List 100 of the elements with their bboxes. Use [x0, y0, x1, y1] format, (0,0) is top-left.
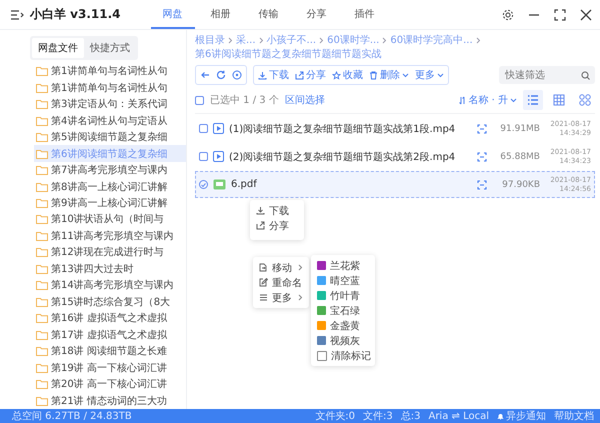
- folder-icon: [36, 362, 48, 373]
- download-icon: [256, 206, 265, 215]
- menu-item[interactable]: 兰花紫: [311, 258, 375, 273]
- folder-item[interactable]: 第11讲高考完形填空与课内: [34, 228, 186, 244]
- menu-item[interactable]: 更多: [253, 290, 309, 305]
- menu-item[interactable]: 视频灰: [311, 333, 375, 348]
- caret-icon: [402, 72, 409, 78]
- menu-item[interactable]: 重命名: [253, 275, 309, 290]
- menu-item[interactable]: 分享: [250, 218, 304, 233]
- app-title: 小白羊 v3.11.4: [30, 6, 121, 23]
- folder-item[interactable]: 第4讲名词性从句与定语从: [34, 112, 186, 129]
- folder-item[interactable]: 第9讲高一上核心词汇讲解: [34, 194, 186, 212]
- scan-icon[interactable]: [477, 152, 487, 162]
- folder-item[interactable]: 第3讲定语从句：关系代词: [34, 96, 186, 112]
- toolbar-button[interactable]: 分享: [295, 68, 326, 82]
- view-toggle[interactable]: [523, 90, 543, 110]
- search-field[interactable]: 快速筛选: [499, 66, 595, 84]
- folder-icon: [36, 148, 48, 159]
- folder-icon: [36, 99, 48, 110]
- menu-item[interactable]: 晴空蓝: [311, 273, 375, 288]
- folder-icon: [36, 198, 48, 208]
- check-icon: [201, 182, 206, 186]
- sidebar-tab[interactable]: 网盘文件: [32, 38, 84, 58]
- folder-icon: [36, 280, 48, 290]
- folder-item[interactable]: 第15讲时态综合复习（8大: [34, 294, 186, 310]
- folder-icon: [36, 396, 48, 406]
- folder-item[interactable]: 第21讲 情态动词的三大功: [34, 392, 186, 409]
- toolbar-button[interactable]: 更多: [415, 68, 444, 82]
- caret-icon: [437, 72, 444, 78]
- folder-item[interactable]: 第14讲高考完形填空与课内: [34, 277, 186, 294]
- trash-icon: [369, 70, 378, 80]
- edit-icon: [259, 278, 268, 287]
- share-icon: [256, 221, 265, 230]
- folder-icon: [36, 182, 48, 192]
- folder-item[interactable]: 第5讲阅读细节题之复杂细: [34, 128, 186, 146]
- back-arrow-icon[interactable]: [200, 70, 210, 80]
- folder-item[interactable]: 第12讲现在完成进行时与: [34, 244, 186, 261]
- folder-item[interactable]: 第20讲 高一下核心词汇讲: [34, 376, 186, 392]
- file-checkbox[interactable]: [199, 152, 208, 161]
- folder-item[interactable]: 第8讲高一上核心词汇讲解: [34, 178, 186, 195]
- nav-tab[interactable]: 传输: [246, 0, 291, 29]
- chevron-icon: [382, 37, 388, 44]
- folder-icon: [36, 230, 48, 241]
- file-size: 65.88MB: [499, 152, 540, 162]
- toolbar-button[interactable]: 下载: [258, 68, 289, 82]
- chevron-icon: [476, 37, 481, 44]
- target-icon[interactable]: [232, 70, 242, 80]
- nav-tab[interactable]: 插件: [342, 0, 387, 29]
- file-size: 91.91MB: [499, 124, 540, 134]
- folder-item[interactable]: 第10讲状语从句（时间与: [34, 211, 186, 228]
- folder-item[interactable]: 第1讲简单句与名词性从句: [34, 79, 186, 96]
- folder-icon: [36, 165, 48, 176]
- nav-tab[interactable]: 分享: [294, 0, 339, 29]
- file-count: 文件:3: [363, 410, 393, 423]
- folder-item[interactable]: 第18讲 阅读细节题之长难: [34, 342, 186, 360]
- file-checkbox[interactable]: [199, 124, 208, 133]
- folder-item[interactable]: 第1讲简单句与名词性从句: [34, 63, 186, 80]
- folder-item[interactable]: 第13讲四大过去时: [34, 260, 186, 278]
- chevron-icon: [228, 37, 233, 44]
- maximize-icon[interactable]: [554, 8, 566, 20]
- folder-item[interactable]: 第19讲 高一下核心词汇讲: [34, 359, 186, 376]
- folder-icon: [36, 264, 48, 274]
- menu-icon: [259, 293, 268, 302]
- menu-item[interactable]: 清除标记: [311, 348, 375, 363]
- tile-view-icon: [579, 94, 591, 106]
- folder-icon: [36, 116, 48, 126]
- scan-icon[interactable]: [477, 124, 487, 134]
- scan-icon[interactable]: [477, 180, 487, 190]
- settings-icon[interactable]: [502, 8, 514, 20]
- select-all-checkbox[interactable]: [195, 96, 204, 104]
- folder-icon: [36, 313, 48, 324]
- menu-item[interactable]: 金盏黄: [311, 318, 375, 333]
- file-checkbox[interactable]: [199, 180, 208, 189]
- close-icon[interactable]: [580, 8, 592, 20]
- search-icon: [581, 70, 590, 80]
- download-icon: [258, 70, 267, 80]
- chevron-icon: [258, 37, 264, 44]
- menu-item[interactable]: 移动: [253, 260, 309, 275]
- menu-icon[interactable]: [10, 8, 24, 20]
- folder-item[interactable]: 第16讲 虚拟语气之术虚拟: [34, 310, 186, 326]
- folder-item[interactable]: 第7讲高考完形填空与课内: [34, 162, 186, 178]
- range-select-link[interactable]: 区间选择: [284, 93, 325, 107]
- file-name: 6.pdf: [231, 179, 258, 190]
- sidebar-tab[interactable]: 快捷方式: [84, 38, 136, 58]
- menu-item[interactable]: 竹叶青: [311, 288, 375, 303]
- grid-view-icon: [553, 94, 565, 106]
- clear-icon: [317, 350, 327, 360]
- move-icon: [259, 263, 268, 272]
- menu-item[interactable]: 下载: [250, 203, 304, 218]
- nav-tab[interactable]: 相册: [198, 0, 243, 29]
- toolbar-button[interactable]: 收藏: [332, 68, 363, 82]
- refresh-icon[interactable]: [216, 70, 226, 80]
- sort-button[interactable]: 名称 · 升: [459, 93, 517, 107]
- folder-item[interactable]: 第17讲 虚拟语气之术虚拟: [34, 326, 186, 343]
- folder-count: 文件夹:0: [315, 410, 356, 423]
- menu-item[interactable]: 宝石绿: [311, 303, 375, 318]
- toolbar-button[interactable]: 删除: [369, 68, 409, 82]
- list-view-icon: [527, 94, 539, 106]
- folder-icon: [36, 379, 48, 390]
- share-icon: [295, 70, 304, 80]
